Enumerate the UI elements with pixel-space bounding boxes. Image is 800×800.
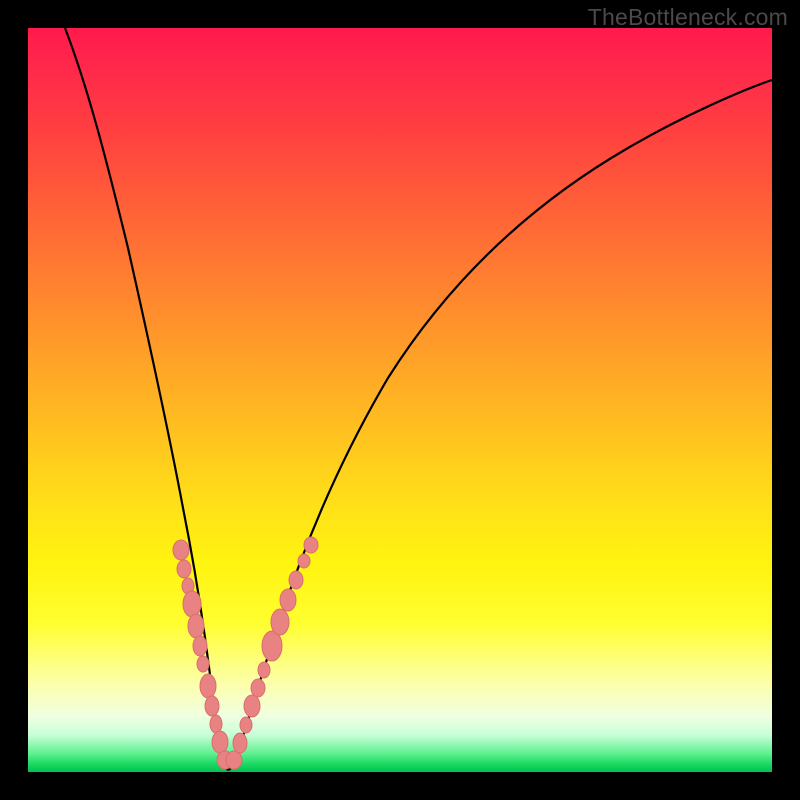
bottleneck-curve	[65, 28, 772, 770]
bead-cluster-right	[226, 537, 318, 769]
watermark-text: TheBottleneck.com	[588, 4, 788, 31]
chart-svg	[28, 28, 772, 772]
chart-frame: TheBottleneck.com	[0, 0, 800, 800]
plot-area	[28, 28, 772, 772]
bead-cluster-left	[173, 540, 233, 769]
